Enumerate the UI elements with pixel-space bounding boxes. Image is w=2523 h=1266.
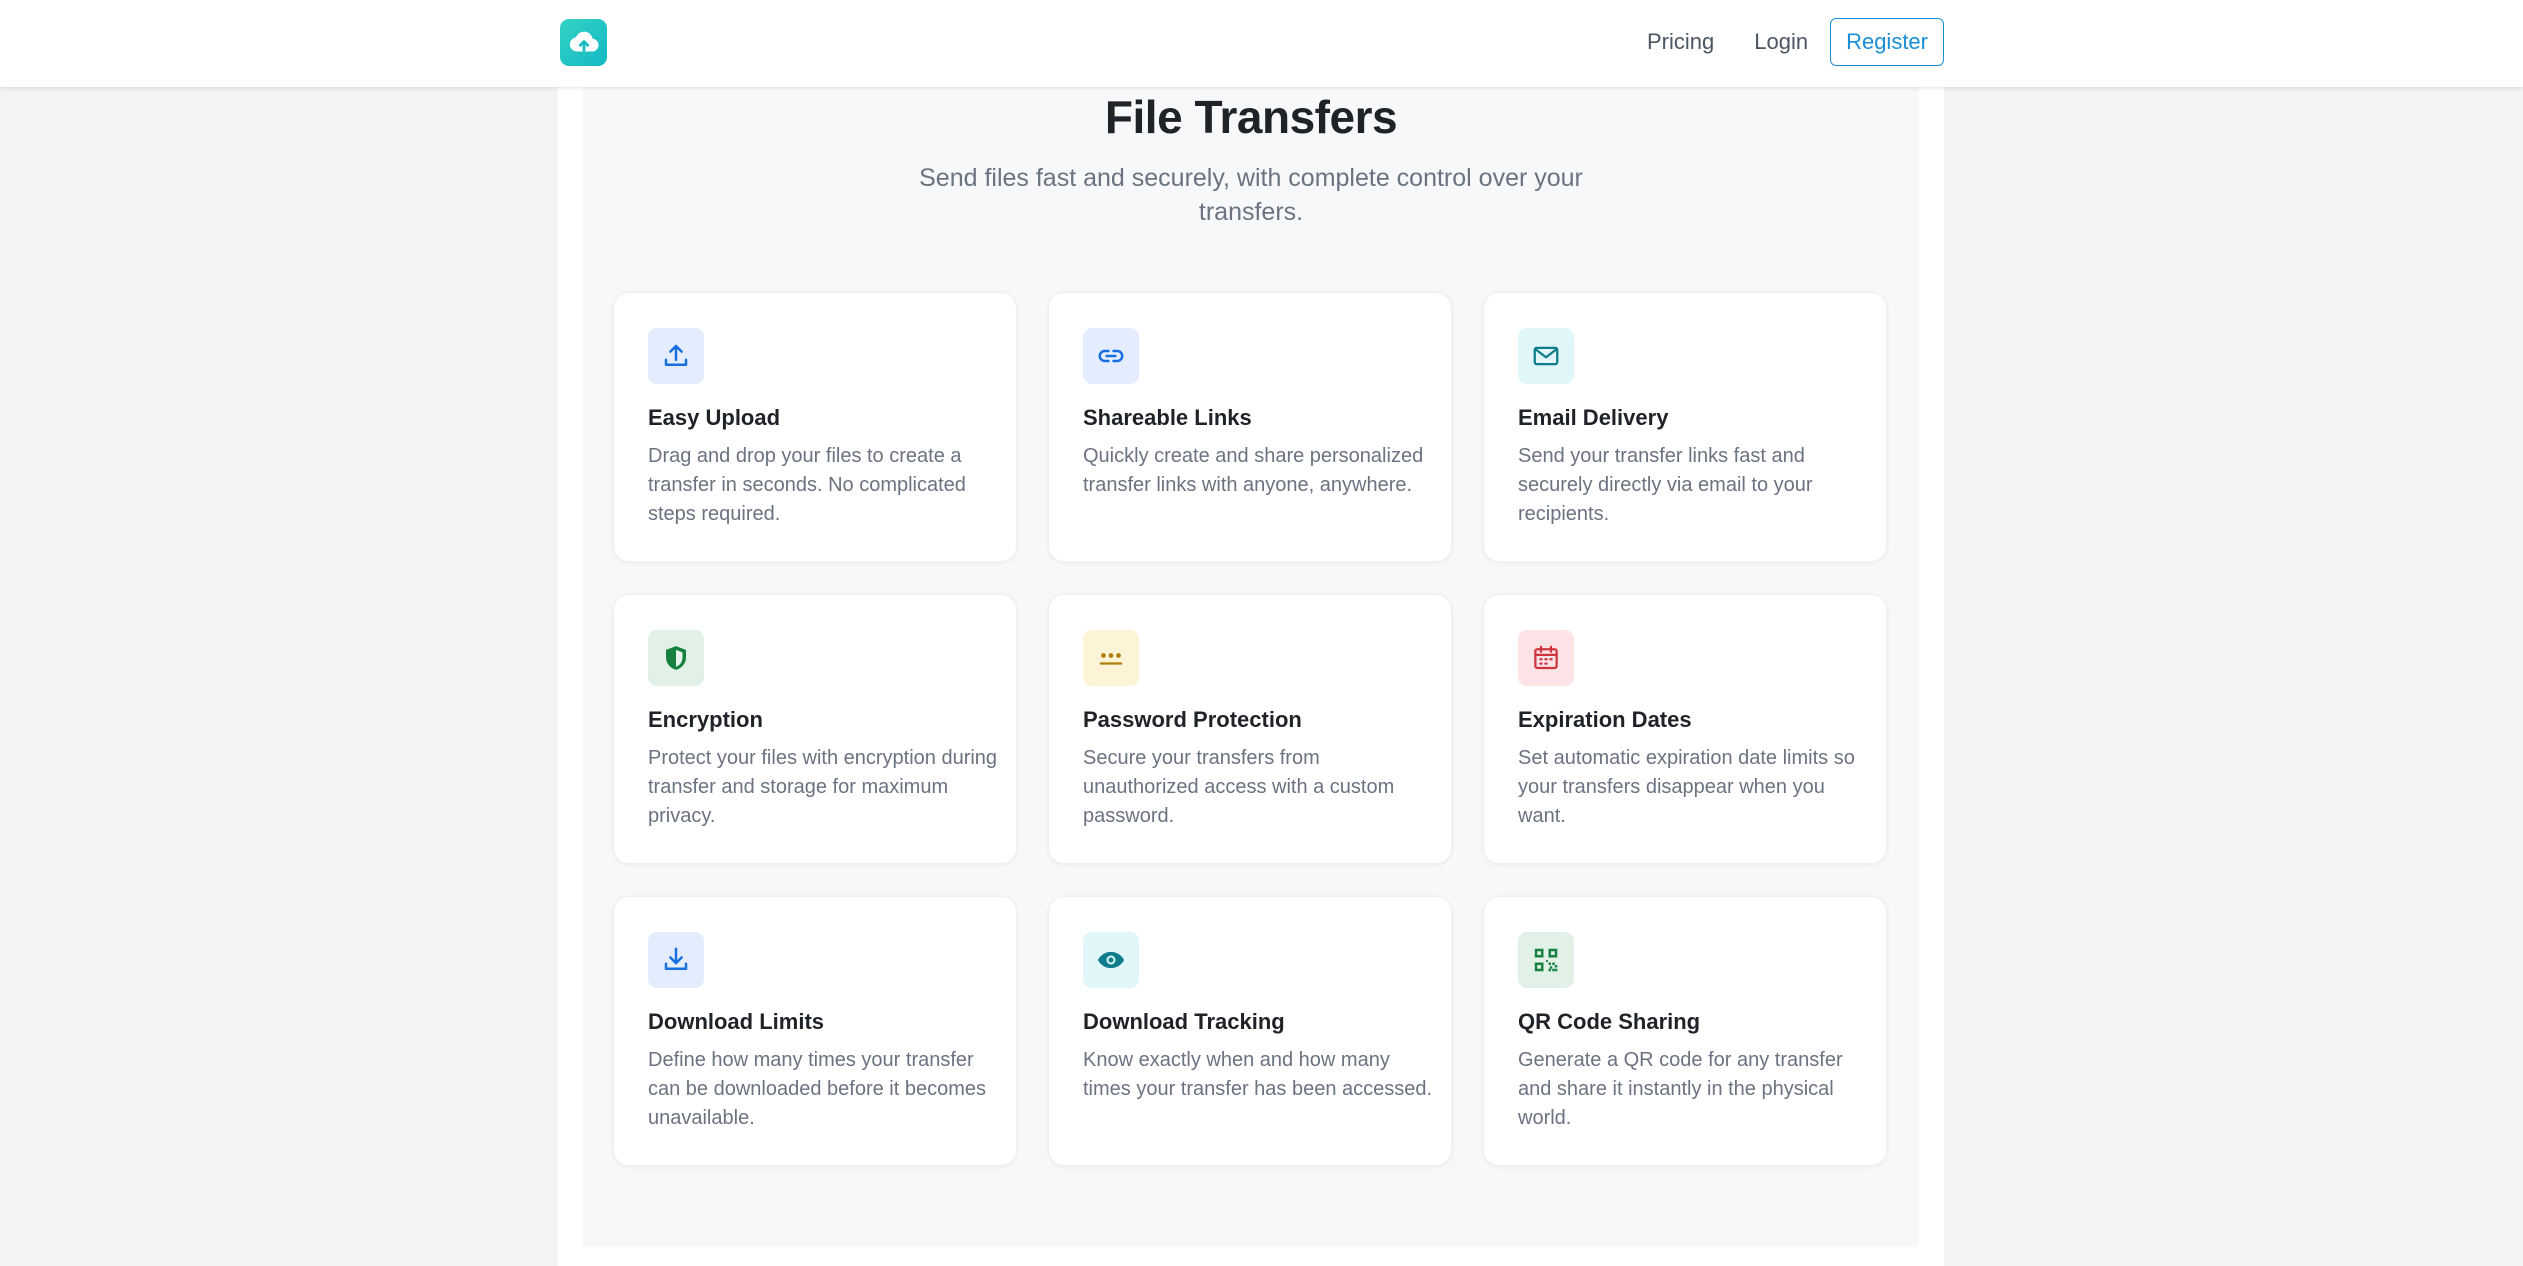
features-section: File Transfers Send files fast and secur… bbox=[583, 87, 1919, 1247]
feature-card-qr-code-sharing: QR Code Sharing Generate a QR code for a… bbox=[1483, 896, 1887, 1166]
feature-card-download-tracking: Download Tracking Know exactly when and … bbox=[1048, 896, 1452, 1166]
calendar-icon bbox=[1518, 630, 1574, 686]
download-icon bbox=[648, 932, 704, 988]
feature-title: Download Limits bbox=[648, 1009, 824, 1034]
link-icon bbox=[1083, 328, 1139, 384]
feature-card-email-delivery: Email Delivery Send your transfer links … bbox=[1483, 292, 1887, 562]
feature-description: Send your transfer links fast and secure… bbox=[1518, 445, 1813, 525]
shield-icon bbox=[648, 630, 704, 686]
feature-card-download-limits: Download Limits Define how many times yo… bbox=[613, 896, 1017, 1166]
feature-description: Secure your transfers from unauthorized … bbox=[1083, 747, 1395, 827]
nav-link-pricing[interactable]: Pricing bbox=[1627, 29, 1734, 55]
nav-links: Pricing Login Register bbox=[1627, 18, 1944, 66]
feature-description: Drag and drop your files to create a tra… bbox=[648, 445, 966, 525]
feature-card-encryption: Encryption Protect your files with encry… bbox=[613, 594, 1017, 864]
qr-code-icon bbox=[1518, 932, 1574, 988]
navbar: Pricing Login Register bbox=[0, 0, 2523, 87]
feature-title: Encryption bbox=[648, 707, 763, 732]
feature-description: Quickly create and share personalized tr… bbox=[1083, 445, 1424, 496]
feature-card-password-protection: Password Protection Secure your transfer… bbox=[1048, 594, 1452, 864]
feature-description: Generate a QR code for any transfer and … bbox=[1518, 1049, 1843, 1129]
page-title: File Transfers bbox=[1104, 91, 1398, 143]
mail-icon bbox=[1518, 328, 1574, 384]
upload-icon bbox=[648, 328, 704, 384]
feature-card-expiration-dates: Expiration Dates Set automatic expiratio… bbox=[1483, 594, 1887, 864]
feature-description: Know exactly when and how many times you… bbox=[1083, 1049, 1433, 1100]
feature-title: Easy Upload bbox=[648, 405, 781, 430]
feature-description: Set automatic expiration date limits so … bbox=[1518, 747, 1855, 827]
feature-title: Expiration Dates bbox=[1518, 707, 1692, 732]
cloud-upload-icon bbox=[569, 31, 599, 52]
feature-title: Shareable Links bbox=[1083, 405, 1252, 430]
feature-description: Protect your files with encryption durin… bbox=[648, 747, 998, 827]
page-subtitle: Send files fast and securely, with compl… bbox=[919, 164, 1583, 226]
password-dots-icon bbox=[1083, 630, 1139, 686]
eye-icon bbox=[1083, 932, 1139, 988]
nav-link-login[interactable]: Login bbox=[1734, 29, 1828, 55]
logo[interactable] bbox=[560, 19, 607, 66]
register-button[interactable]: Register bbox=[1830, 18, 1944, 66]
feature-description: Define how many times your transfer can … bbox=[648, 1049, 987, 1129]
feature-card-easy-upload: Easy Upload Drag and drop your files to … bbox=[613, 292, 1017, 562]
feature-card-shareable-links: Shareable Links Quickly create and share… bbox=[1048, 292, 1452, 562]
feature-title: Download Tracking bbox=[1083, 1009, 1285, 1034]
feature-title: Password Protection bbox=[1083, 707, 1302, 732]
feature-title: QR Code Sharing bbox=[1518, 1009, 1701, 1034]
feature-title: Email Delivery bbox=[1518, 405, 1669, 430]
main-container: File Transfers Send files fast and secur… bbox=[558, 87, 1944, 1266]
